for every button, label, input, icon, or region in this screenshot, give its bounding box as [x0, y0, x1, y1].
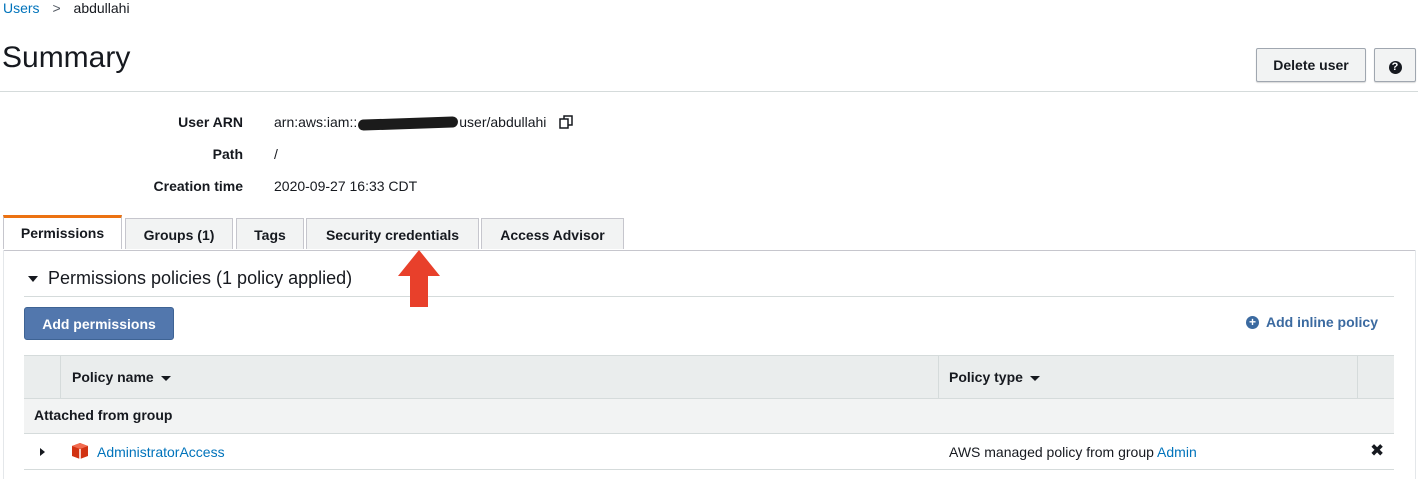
group-admin-link[interactable]: Admin [1157, 444, 1197, 460]
group-header-row: Attached from group [24, 399, 1394, 434]
tab-tags[interactable]: Tags [236, 218, 304, 249]
sort-caret-icon [160, 375, 171, 381]
tab-security-credentials[interactable]: Security credentials [306, 218, 479, 249]
breadcrumb-separator: > [52, 0, 61, 16]
column-header-label: Policy type [949, 369, 1023, 385]
column-divider [60, 356, 61, 400]
add-permissions-button[interactable]: Add permissions [24, 307, 174, 340]
column-divider [938, 356, 939, 400]
user-arn-label: User ARN [178, 114, 243, 130]
user-arn-value: arn:aws:iam:: user/abdullahi [274, 114, 576, 133]
user-arn-row: User ARN arn:aws:iam:: user/abdullahi [0, 114, 900, 138]
policy-type-text: AWS managed policy from group [949, 444, 1154, 460]
creation-time-value: 2020-09-27 16:33 CDT [274, 178, 418, 194]
column-divider [1357, 356, 1358, 400]
path-label: Path [212, 146, 243, 162]
panel-border-left [3, 250, 4, 479]
creation-time-row: Creation time 2020-09-27 16:33 CDT [0, 178, 900, 202]
close-icon[interactable]: ✖ [1370, 441, 1384, 461]
policy-type-cell: AWS managed policy from group Admin [949, 444, 1197, 460]
user-arn-prefix: arn:aws:iam:: [274, 114, 358, 131]
help-icon: ? [1388, 60, 1402, 74]
expand-row-icon[interactable] [40, 448, 45, 456]
add-inline-policy-label: Add inline policy [1265, 314, 1378, 330]
user-arn-suffix: user/abdullahi [459, 114, 547, 131]
tab-groups[interactable]: Groups (1) [125, 218, 233, 249]
column-header-policy-type[interactable]: Policy type [949, 356, 1040, 400]
page-title: Summary [2, 41, 131, 74]
tab-access-advisor[interactable]: Access Advisor [481, 218, 624, 249]
path-row: Path / [0, 146, 900, 170]
table-header: Policy name Policy type [24, 355, 1394, 400]
column-header-label: Policy name [72, 369, 154, 385]
help-button[interactable]: ? [1374, 48, 1416, 82]
delete-user-button[interactable]: Delete user [1256, 48, 1366, 82]
header-divider [0, 91, 1418, 92]
group-header-label: Attached from group [34, 407, 173, 423]
breadcrumb-current: abdullahi [73, 0, 130, 16]
section-divider [24, 296, 1394, 297]
breadcrumb: Users > abdullahi [3, 0, 130, 16]
plus-circle-icon: + [1245, 316, 1259, 329]
permissions-section-header[interactable]: Permissions policies (1 policy applied) [28, 268, 352, 289]
add-inline-policy-link[interactable]: + Add inline policy [1245, 314, 1378, 330]
permissions-section-title: Permissions policies (1 policy applied) [48, 268, 353, 288]
arrow-up-icon [398, 250, 440, 307]
tab-bar-border [3, 250, 1416, 251]
creation-time-label: Creation time [153, 178, 243, 194]
path-value: / [274, 146, 278, 162]
sort-caret-icon [1029, 375, 1040, 381]
breadcrumb-users-link[interactable]: Users [3, 0, 40, 16]
caret-down-icon [28, 276, 38, 283]
redacted-account-id [358, 116, 459, 131]
copy-icon[interactable] [558, 114, 576, 133]
table-row: AdministratorAccess AWS managed policy f… [24, 434, 1394, 470]
aws-policy-box-icon [71, 443, 89, 464]
policy-name-link[interactable]: AdministratorAccess [97, 444, 225, 460]
tab-permissions[interactable]: Permissions [3, 215, 122, 249]
panel-border-right [1415, 250, 1416, 479]
column-header-policy-name[interactable]: Policy name [72, 356, 171, 400]
